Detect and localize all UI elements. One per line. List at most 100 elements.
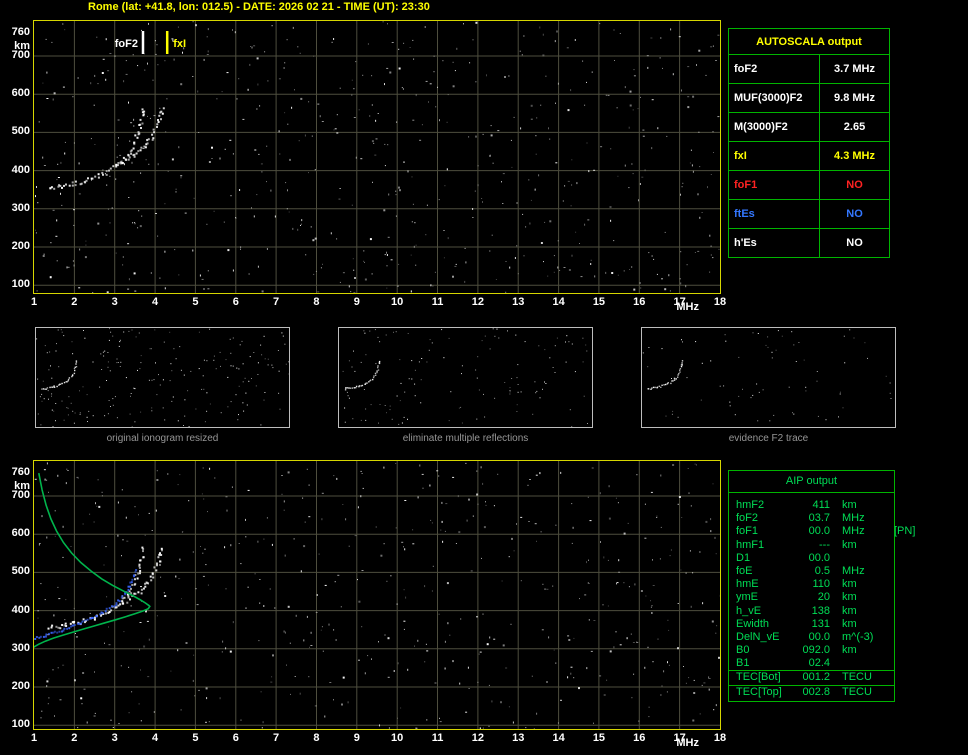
param-name: foF2 xyxy=(728,54,820,84)
thumbnail-caption-3: evidence F2 trace xyxy=(728,433,809,444)
x-axis-tick-6: 6 xyxy=(232,732,239,744)
thumbnail-caption-2: eliminate multiple reflections xyxy=(402,433,529,444)
param-name: h'Es xyxy=(728,228,820,258)
aip-row-hmF2: hmF2 411 km xyxy=(729,499,894,512)
x-axis-tick-2: 2 xyxy=(71,732,78,744)
x-axis-tick-12: 12 xyxy=(471,732,484,744)
aip-param-name: Ewidth xyxy=(736,617,770,630)
aip-param-value: 0.5 xyxy=(814,564,830,577)
aip-param-value: 131 xyxy=(811,617,830,630)
x-axis-tick-16: 16 xyxy=(633,732,646,744)
x-axis-tick-5: 5 xyxy=(192,296,199,308)
autoscala-row-h'Es: h'Es NO xyxy=(728,228,890,258)
aip-param-value: 20 xyxy=(817,591,830,604)
x-axis-tick-9: 9 xyxy=(353,296,360,308)
y-axis-tick-500: 500 xyxy=(11,125,30,138)
param-value: NO xyxy=(819,228,890,258)
y-axis-tick-400: 400 xyxy=(11,603,30,616)
aip-param-name: hmF1 xyxy=(736,538,765,551)
aip-param-name: h_vE xyxy=(736,604,762,617)
aip-param-value: 002.8 xyxy=(802,685,830,698)
y-axis-tick-600: 600 xyxy=(11,87,30,100)
aip-row-foF2: foF2 03.7 MHz xyxy=(729,512,894,525)
param-value: NO xyxy=(819,199,890,229)
marker-label-fxI: fxI xyxy=(173,38,186,50)
param-name: ftEs xyxy=(728,199,820,229)
x-axis-tick-5: 5 xyxy=(192,732,199,744)
aip-param-unit: km xyxy=(842,644,857,657)
aip-param-name: hmF2 xyxy=(736,499,765,511)
x-axis-tick-13: 13 xyxy=(512,296,525,308)
aip-param-value: --- xyxy=(819,538,830,551)
y-axis-tick-100: 100 xyxy=(11,278,30,291)
aip-param-name: ymE xyxy=(736,591,758,604)
page-title: Rome (lat: +41.8, lon: 012.5) - DATE: 20… xyxy=(88,1,430,13)
x-axis-tick-7: 7 xyxy=(273,296,280,308)
aip-row-foE: foE 0.5 MHz xyxy=(729,565,894,578)
aip-param-unit: MHz xyxy=(842,564,865,577)
aip-row-B0: B0 092.0 km xyxy=(729,644,894,657)
marker-label-foF2: foF2 xyxy=(115,38,138,50)
aip-param-value: 001.2 xyxy=(802,671,830,684)
x-axis-tick-18: 18 xyxy=(713,296,727,308)
aip-param-unit: TECU xyxy=(842,671,872,684)
aip-row-Ewidth: Ewidth 131 km xyxy=(729,618,894,631)
x-axis-tick-9: 9 xyxy=(353,732,360,744)
aip-param-unit: km xyxy=(842,538,857,551)
param-name: M(3000)F2 xyxy=(728,112,820,142)
thumbnail-f2-trace-evidence xyxy=(641,327,896,428)
aip-rows: hmF2 411 km foF2 03.7 MHz foF1 00.0 MHz [PN] hmF1 -… xyxy=(729,499,915,699)
aip-param-value: 00.0 xyxy=(808,525,830,538)
aip-param-name: DelN_vE xyxy=(736,630,780,643)
aip-param-unit: km xyxy=(842,499,857,511)
x-axis-tick-14: 14 xyxy=(552,732,565,744)
aip-param-unit: MHz xyxy=(842,512,865,525)
x-axis-tick-3: 3 xyxy=(111,296,118,308)
aip-param-unit: MHz xyxy=(842,525,865,538)
aip-param-name: foE xyxy=(736,564,753,577)
aip-row-hmE: hmE 110 km xyxy=(729,578,894,591)
aip-row-foF1: foF1 00.0 MHz [PN] xyxy=(729,525,915,538)
x-axis-tick-11: 11 xyxy=(431,296,444,308)
aip-param-value: 092.0 xyxy=(802,644,830,657)
y-axis-tick-200: 200 xyxy=(11,680,30,692)
aip-param-value: 00.0 xyxy=(808,630,830,643)
x-axis-unit-label: MHz xyxy=(676,301,699,313)
thumbnail-canvas xyxy=(342,328,588,427)
aip-param-unit: km xyxy=(842,604,857,617)
x-axis-tick-6: 6 xyxy=(232,296,239,308)
aip-row-DelN_vE: DelN_vE 00.0 m^(-3) xyxy=(729,631,894,644)
ionogram-plot-profile: 760 700 600 500 400 300 200 100 km 1 2 3 4 5 6 7 8 9 10 11 1… xyxy=(12,460,726,749)
y-axis-tick-760: 760 xyxy=(11,26,30,39)
x-axis-tick-13: 13 xyxy=(512,732,525,744)
y-axis-tick-600: 600 xyxy=(11,527,30,540)
param-value: 9.8 MHz xyxy=(819,83,890,113)
ionogram-canvas: foF2 fxI xyxy=(34,21,720,293)
aip-param-unit: km xyxy=(842,617,857,630)
y-axis-tick-300: 300 xyxy=(11,201,30,214)
thumbnail-original-ionogram xyxy=(35,327,290,428)
param-name: fxI xyxy=(728,141,820,171)
aip-param-value: 110 xyxy=(812,578,830,591)
x-axis-tick-10: 10 xyxy=(391,732,404,744)
y-axis-tick-100: 100 xyxy=(11,718,30,731)
x-axis-tick-8: 8 xyxy=(313,732,320,744)
param-name: foF1 xyxy=(728,170,820,200)
aip-param-name: B0 xyxy=(736,644,750,657)
x-axis-tick-14: 14 xyxy=(552,296,565,308)
y-axis-unit-label: km xyxy=(14,40,30,53)
x-axis-tick-1: 1 xyxy=(30,732,38,744)
aip-row-D1: D1 00.0 xyxy=(729,552,894,565)
x-axis-tick-3: 3 xyxy=(111,732,118,744)
x-axis-tick-16: 16 xyxy=(633,296,646,308)
x-axis-tick-4: 4 xyxy=(151,296,159,308)
aip-param-name: hmE xyxy=(736,578,759,591)
aip-param-value: 00.0 xyxy=(808,551,830,564)
x-axis-tick-2: 2 xyxy=(71,296,78,308)
x-axis-tick-11: 11 xyxy=(431,732,444,744)
aip-param-value: 02.4 xyxy=(808,657,830,670)
y-axis-tick-200: 200 xyxy=(11,240,30,252)
y-axis-tick-500: 500 xyxy=(11,565,30,578)
thumbnail-canvas xyxy=(642,329,892,422)
param-value: NO xyxy=(819,170,890,200)
